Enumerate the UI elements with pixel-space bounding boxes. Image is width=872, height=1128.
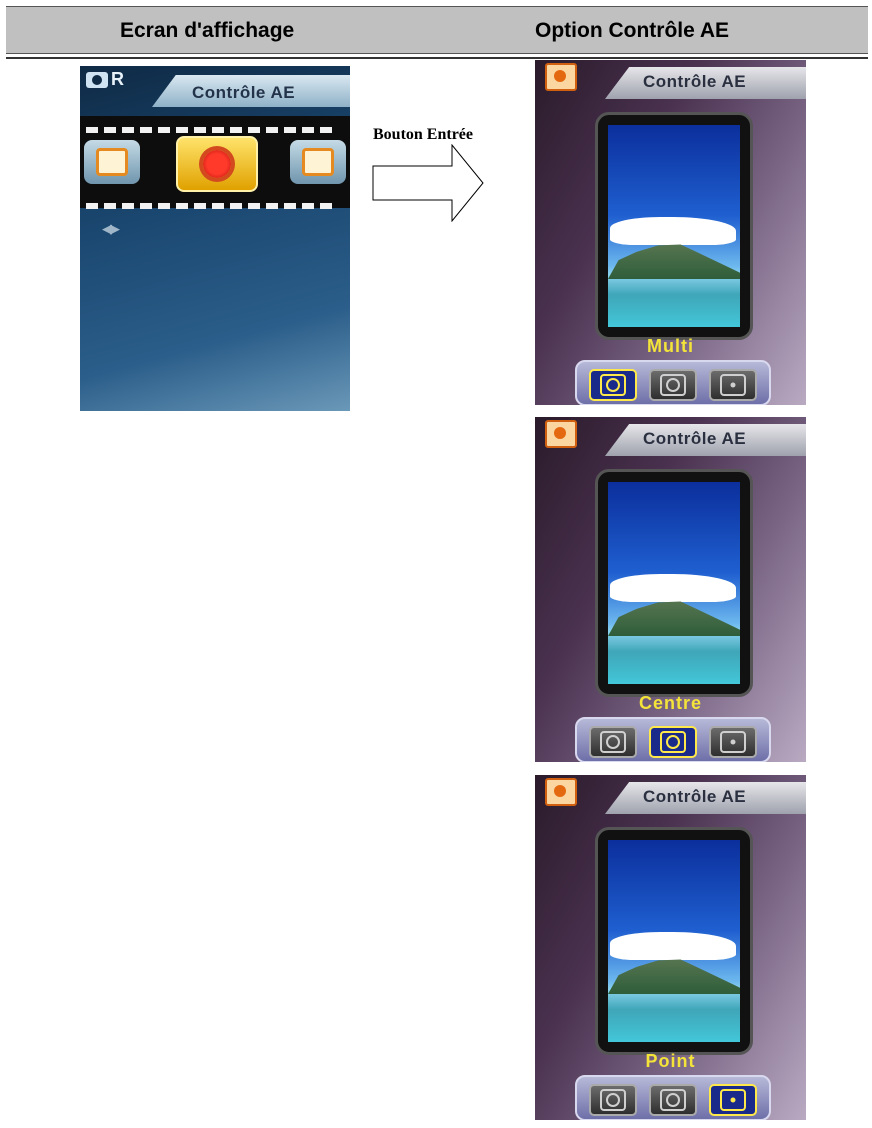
screen-title: Contrôle AE — [643, 72, 747, 91]
multi-metering-button[interactable] — [589, 1084, 637, 1116]
sprocket-row-top — [86, 120, 350, 133]
ae-icon — [545, 778, 577, 806]
spot-metering-button[interactable] — [709, 369, 757, 401]
multi-metering-icon — [600, 1089, 626, 1111]
center-metering-icon — [660, 1089, 686, 1111]
camera-mode-letter: R — [111, 69, 124, 89]
ae-icon — [545, 420, 577, 448]
metering-mode-selector — [575, 1075, 771, 1120]
landscape-preview-image — [608, 125, 740, 327]
left-right-arrows-icon: ◀▶ — [102, 221, 120, 236]
ae-screen-centre: Contrôle AE Centre — [535, 417, 806, 762]
ae-icon — [545, 63, 577, 91]
left-camera-screen: R Contrôle AE ◀▶ — [80, 66, 350, 411]
preview-frame — [595, 112, 753, 340]
center-metering-button[interactable] — [649, 1084, 697, 1116]
screen-title: Contrôle AE — [192, 83, 296, 102]
ae-screen-point: Contrôle AE Point — [535, 775, 806, 1120]
film-button-left[interactable] — [84, 140, 140, 184]
table-header: Ecran d'affichage Option Contrôle AE — [6, 6, 868, 54]
spot-metering-icon — [720, 731, 746, 753]
right-arrow-icon — [372, 144, 484, 222]
center-metering-icon — [660, 731, 686, 753]
film-button-right[interactable] — [290, 140, 346, 184]
preview-frame — [595, 469, 753, 697]
arrow-label: Bouton Entrée — [373, 126, 473, 143]
film-button-ae-selected[interactable] — [176, 136, 258, 192]
metering-mode-selector — [575, 717, 771, 762]
column-header-ae-option: Option Contrôle AE — [535, 19, 730, 42]
sprocket-row-bottom — [86, 196, 350, 209]
multi-metering-button[interactable] — [589, 726, 637, 758]
center-metering-button[interactable] — [649, 726, 697, 758]
spot-metering-icon — [720, 374, 746, 396]
metering-mode-selector — [575, 360, 771, 405]
screen-title: Contrôle AE — [643, 429, 747, 448]
header-rule — [6, 57, 868, 59]
center-metering-icon — [660, 374, 686, 396]
column-header-display-screen: Ecran d'affichage — [120, 19, 295, 42]
landscape-preview-image — [608, 482, 740, 684]
spot-metering-button[interactable] — [709, 726, 757, 758]
scene-icon — [302, 148, 334, 176]
ae-screen-multi: Contrôle AE Multi — [535, 60, 806, 405]
ae-metering-icon — [203, 150, 231, 178]
landscape-preview-image — [608, 840, 740, 1042]
multi-metering-icon — [600, 731, 626, 753]
multi-metering-button[interactable] — [589, 369, 637, 401]
mode-label: Multi — [647, 336, 694, 356]
multi-metering-icon — [600, 374, 626, 396]
filmstrip-menu — [80, 116, 350, 209]
portrait-icon — [96, 148, 128, 176]
mode-label: Point — [645, 1051, 696, 1071]
camera-icon — [86, 72, 108, 88]
mode-label: Centre — [638, 693, 702, 713]
spot-metering-button[interactable] — [709, 1084, 757, 1116]
preview-frame — [595, 827, 753, 1055]
center-metering-button[interactable] — [649, 369, 697, 401]
screen-title: Contrôle AE — [643, 787, 747, 806]
spot-metering-icon — [720, 1089, 746, 1111]
